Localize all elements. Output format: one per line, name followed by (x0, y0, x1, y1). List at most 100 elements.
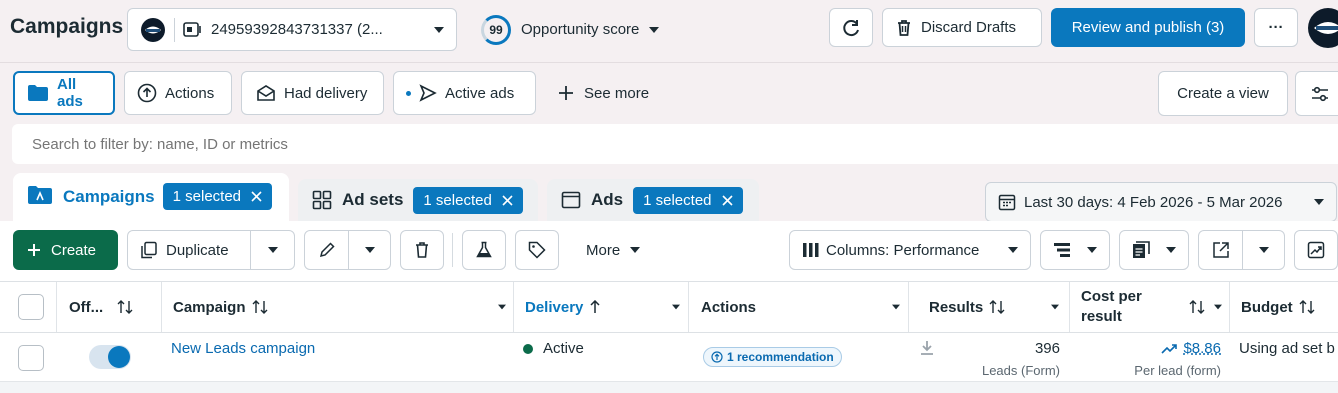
cost-per-result-value[interactable]: $8.86 (1100, 340, 1221, 357)
date-range-picker[interactable]: Last 30 days: 4 Feb 2026 - 5 Mar 2026 (985, 182, 1337, 222)
trash-icon (413, 241, 431, 259)
ads-selected-pill[interactable]: 1 selected (633, 186, 743, 214)
envelope-open-icon (256, 84, 276, 102)
search-input[interactable] (32, 135, 632, 153)
header-label: Campaign (173, 298, 246, 316)
review-publish-button[interactable]: Review and publish (3) (1051, 8, 1245, 47)
level-label: Ad sets (342, 190, 404, 209)
calendar-icon (998, 193, 1016, 211)
recommendation-badge[interactable]: 1 recommendation (703, 347, 842, 367)
view-tab-had-delivery[interactable]: Had delivery (241, 71, 384, 115)
close-icon[interactable] (721, 194, 733, 206)
toggle-knob (108, 346, 130, 368)
more-label: More (586, 241, 621, 259)
flask-icon (475, 241, 493, 259)
columns-label: Columns: Performance (826, 241, 980, 259)
chevron-down-icon (434, 26, 444, 33)
chevron-down-icon (649, 26, 660, 33)
grid-icon (312, 190, 332, 210)
see-more-label: See more (584, 84, 650, 102)
reports-icon (1132, 241, 1152, 259)
column-header-results[interactable]: Results (929, 282, 1060, 332)
review-label: Review and publish (3) (1071, 19, 1225, 36)
more-options-button[interactable]: ··· (1254, 8, 1298, 47)
duplicate-icon (140, 241, 158, 259)
tab-label: Actions (165, 84, 215, 102)
column-header-campaign[interactable]: Campaign (173, 282, 507, 332)
sort-icon (1299, 300, 1315, 314)
date-range-label: Last 30 days: 4 Feb 2026 - 5 Mar 2026 (1024, 193, 1283, 211)
level-tab-ads[interactable]: Ads 1 selected (547, 179, 759, 221)
column-header-budget[interactable]: Budget (1241, 282, 1315, 332)
avatar[interactable] (1308, 8, 1338, 48)
delete-button[interactable] (400, 230, 444, 270)
chevron-down-icon (672, 304, 680, 310)
view-tab-actions[interactable]: Actions (124, 71, 232, 115)
charts-button[interactable] (1294, 230, 1338, 270)
search-bar[interactable] (12, 124, 1338, 164)
chevron-down-icon (1258, 247, 1269, 253)
table-row[interactable]: New Leads campaign Active 1 recommendati… (0, 333, 1338, 381)
chevron-down-icon (1051, 304, 1059, 310)
export-dropdown[interactable] (1242, 230, 1285, 270)
row-checkbox[interactable] (18, 345, 44, 371)
account-selector[interactable]: 24959392843731337 (2... (127, 8, 457, 51)
selected-count: 1 selected (643, 191, 712, 209)
chevron-down-icon (1087, 247, 1097, 253)
score-ring-icon: 99 (481, 14, 511, 45)
chevron-down-icon (892, 304, 900, 310)
breakdown-button[interactable] (1040, 230, 1110, 270)
refresh-button[interactable] (829, 8, 873, 47)
campaign-folder-icon (27, 185, 53, 205)
create-button[interactable]: Create (13, 230, 118, 270)
opportunity-label: Opportunity score (521, 21, 640, 38)
trend-up-icon (1161, 343, 1178, 355)
trash-icon (895, 19, 913, 37)
adsets-selected-pill[interactable]: 1 selected (413, 186, 523, 214)
ab-test-button[interactable] (462, 230, 506, 270)
view-tab-all-ads[interactable]: All ads (13, 71, 115, 115)
create-label: Create (51, 241, 97, 259)
tab-label: Had delivery (284, 84, 368, 102)
tab-label: All ads (57, 76, 83, 110)
campaign-name-link[interactable]: New Leads campaign (171, 340, 315, 357)
tag-button[interactable] (515, 230, 559, 270)
create-view-button[interactable]: Create a view (1158, 71, 1288, 116)
more-button[interactable]: More (576, 230, 650, 270)
close-icon[interactable] (502, 194, 513, 206)
edit-dropdown[interactable] (348, 230, 391, 270)
download-icon[interactable] (920, 340, 934, 356)
export-icon (1212, 241, 1230, 259)
columns-icon (802, 242, 820, 258)
column-header-cost-per-result[interactable]: Cost per result (1081, 282, 1223, 332)
tag-icon (528, 241, 546, 259)
column-header-delivery[interactable]: Delivery (525, 282, 681, 332)
level-tab-ad-sets[interactable]: Ad sets 1 selected (298, 179, 538, 221)
campaigns-selected-pill[interactable]: 1 selected (162, 183, 273, 210)
close-icon[interactable] (251, 191, 262, 202)
see-more-button[interactable]: See more (558, 82, 649, 104)
view-tab-active-ads[interactable]: Active ads (393, 71, 536, 115)
opportunity-score[interactable]: 99 Opportunity score (481, 13, 660, 46)
pencil-icon (318, 241, 336, 259)
reports-button[interactable] (1119, 230, 1189, 270)
chevron-down-icon (498, 304, 506, 310)
campaign-toggle[interactable] (89, 345, 131, 369)
export-button[interactable] (1198, 230, 1243, 270)
edit-button[interactable] (304, 230, 349, 270)
discard-drafts-button[interactable]: Discard Drafts (882, 8, 1042, 47)
level-label: Campaigns (63, 187, 155, 206)
duplicate-button[interactable]: Duplicate (127, 230, 251, 270)
send-icon (419, 84, 437, 102)
duplicate-dropdown[interactable] (250, 230, 295, 270)
column-header-actions[interactable]: Actions (701, 282, 901, 332)
columns-button[interactable]: Columns: Performance (789, 230, 1031, 270)
column-header-toggle[interactable]: Off... (69, 282, 133, 332)
selected-count: 1 selected (172, 188, 242, 205)
header-label: Actions (701, 298, 757, 316)
tab-label: Active ads (445, 84, 515, 102)
view-settings-button[interactable] (1295, 71, 1338, 116)
account-id: 24959392843731337 (2... (211, 21, 383, 38)
select-all-checkbox[interactable] (18, 294, 44, 320)
sort-icon (117, 300, 133, 314)
